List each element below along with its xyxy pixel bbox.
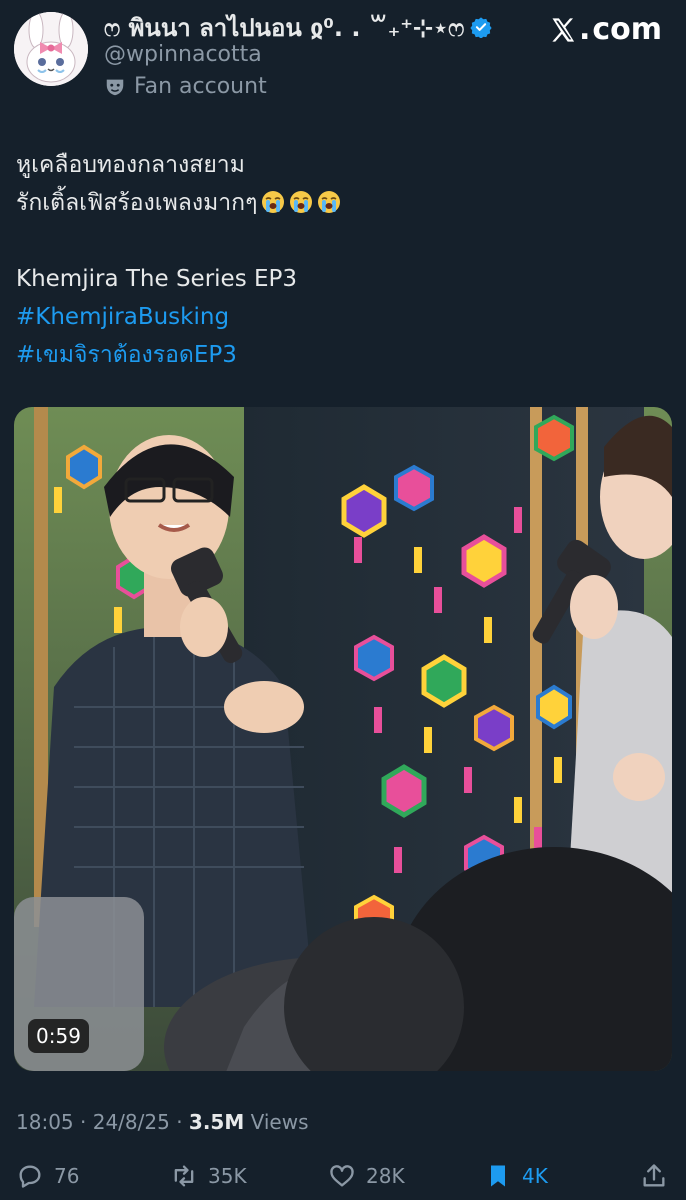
- bunny-avatar-icon: [14, 12, 88, 86]
- site-brand: com: [592, 12, 662, 47]
- reply-button[interactable]: 76: [16, 1162, 79, 1190]
- video-player[interactable]: 0:59: [14, 407, 672, 1071]
- bookmark-filled-icon: [491, 1165, 505, 1187]
- display-name[interactable]: ෆ พินนา ลาไปนอน ჲ⁰. . ꒳₊⁺⊹⋆ෆ: [104, 8, 464, 47]
- like-count: 28K: [366, 1164, 405, 1188]
- display-name-row[interactable]: ෆ พินนา ลาไปนอน ჲ⁰. . ꒳₊⁺⊹⋆ෆ: [104, 10, 492, 44]
- tweet-line: รักเติ้ลเฟิสร้องเพลงมากๆ: [16, 190, 258, 216]
- tweet-line: หูเคลือบทองกลางสยาม: [16, 152, 245, 178]
- repost-count: 35K: [208, 1164, 247, 1188]
- loudly-crying-face-icon: [290, 191, 313, 213]
- x-logo-icon: [552, 17, 575, 42]
- heart-icon: [330, 1165, 354, 1187]
- verified-badge-icon: [470, 17, 492, 38]
- hashtag-link[interactable]: #เขมจิราต้องรอดEP3: [16, 336, 666, 374]
- tweet-text: หูเคลือบทองกลางสยาม รักเติ้ลเฟิสร้องเพลง…: [16, 146, 666, 374]
- reply-icon: [19, 1165, 41, 1188]
- loudly-crying-face-icon: [262, 191, 285, 213]
- meta-separator: ·: [80, 1110, 87, 1134]
- theater-mask-icon: [106, 79, 124, 95]
- share-button[interactable]: [640, 1162, 668, 1190]
- meta-separator: ·: [176, 1110, 183, 1134]
- hashtag-link[interactable]: #KhemjiraBusking: [16, 298, 666, 336]
- tweet-header: ෆ พินนา ลาไปนอน ჲ⁰. . ꒳₊⁺⊹⋆ෆ @wpinnacott…: [0, 0, 686, 110]
- tweet-date[interactable]: 24/8/25: [93, 1110, 170, 1134]
- tweet-meta: 18:05 · 24/8/25 · 3.5M Views: [16, 1110, 309, 1134]
- user-handle[interactable]: @wpinnacotta: [104, 42, 262, 67]
- site-logo[interactable]: . com: [549, 12, 662, 47]
- account-label-text: Fan account: [134, 74, 267, 99]
- views-label: Views: [250, 1110, 309, 1134]
- repost-icon: [174, 1165, 194, 1187]
- tweet-time[interactable]: 18:05: [16, 1110, 74, 1134]
- site-dot: .: [578, 12, 591, 47]
- reply-count: 76: [54, 1164, 80, 1188]
- account-label: Fan account: [104, 74, 267, 99]
- repost-button[interactable]: 35K: [170, 1162, 247, 1190]
- loudly-crying-face-icon: [318, 191, 341, 213]
- like-button[interactable]: 28K: [328, 1162, 405, 1190]
- share-icon: [643, 1164, 665, 1187]
- avatar[interactable]: [14, 12, 88, 86]
- tweet-actions: 76 35K 28K 4K: [0, 1160, 686, 1200]
- bookmark-button[interactable]: 4K: [484, 1162, 548, 1190]
- video-duration: 0:59: [28, 1019, 89, 1053]
- video-thumbnail: [14, 407, 672, 1071]
- series-title: Khemjira The Series EP3: [16, 266, 298, 292]
- views-count[interactable]: 3.5M: [189, 1110, 244, 1134]
- bookmark-count: 4K: [522, 1164, 548, 1188]
- tweet-line-with-emoji: รักเติ้ลเฟิสร้องเพลงมากๆ: [16, 184, 666, 222]
